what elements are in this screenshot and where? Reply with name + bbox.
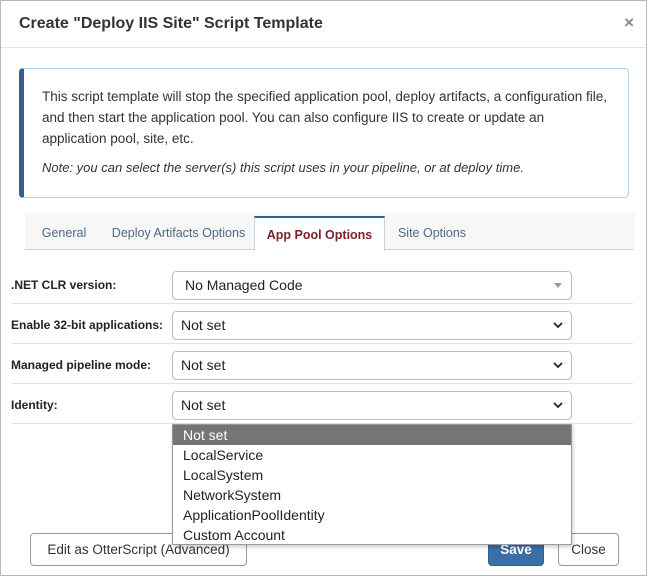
tab-site-options[interactable]: Site Options xyxy=(389,213,475,250)
dialog: Create "Deploy IIS Site" Script Template… xyxy=(0,0,647,576)
caret-down-icon xyxy=(554,283,562,288)
field-row-pipeline-mode: Managed pipeline mode: Not set xyxy=(11,344,633,384)
identity-option-custom-account[interactable]: Custom Account xyxy=(173,525,571,545)
pipeline-mode-select[interactable]: Not set xyxy=(172,351,572,380)
tab-deploy-artifacts-options[interactable]: Deploy Artifacts Options xyxy=(105,213,252,250)
header-divider xyxy=(1,47,646,48)
tab-general[interactable]: General xyxy=(31,213,97,250)
field-row-enable-32bit: Enable 32-bit applications: Not set xyxy=(11,304,633,344)
clr-version-label: .NET CLR version: xyxy=(11,278,117,292)
field-row-clr-version: .NET CLR version: No Managed Code xyxy=(11,264,633,304)
field-row-identity: Identity: Not set xyxy=(11,384,633,424)
info-note: Note: you can select the server(s) this … xyxy=(42,160,524,175)
tab-bar: General Deploy Artifacts Options App Poo… xyxy=(25,213,634,251)
chevron-down-icon xyxy=(553,322,563,329)
identity-label: Identity: xyxy=(11,398,58,412)
info-panel: This script template will stop the speci… xyxy=(19,68,629,198)
enable-32bit-value: Not set xyxy=(181,317,226,333)
enable-32bit-select[interactable]: Not set xyxy=(172,311,572,340)
tab-app-pool-options[interactable]: App Pool Options xyxy=(254,216,385,251)
chevron-down-icon xyxy=(553,362,563,369)
pipeline-mode-label: Managed pipeline mode: xyxy=(11,358,152,372)
pipeline-mode-value: Not set xyxy=(181,357,226,373)
identity-option-not-set[interactable]: Not set xyxy=(173,425,571,445)
dialog-title: Create "Deploy IIS Site" Script Template xyxy=(19,15,323,32)
clr-version-value: No Managed Code xyxy=(185,277,303,293)
clr-version-select[interactable]: No Managed Code xyxy=(172,271,572,300)
info-description: This script template will stop the speci… xyxy=(42,89,608,146)
identity-dropdown-list: Not set LocalService LocalSystem Network… xyxy=(172,424,572,545)
enable-32bit-label: Enable 32-bit applications: xyxy=(11,318,164,332)
identity-option-localsystem[interactable]: LocalSystem xyxy=(173,465,571,485)
close-icon[interactable]: × xyxy=(624,13,634,33)
identity-value: Not set xyxy=(181,397,226,413)
identity-option-localservice[interactable]: LocalService xyxy=(173,445,571,465)
identity-option-networksystem[interactable]: NetworkSystem xyxy=(173,485,571,505)
identity-option-applicationpoolidentity[interactable]: ApplicationPoolIdentity xyxy=(173,505,571,525)
identity-select[interactable]: Not set xyxy=(172,391,572,420)
chevron-down-icon xyxy=(553,402,563,409)
